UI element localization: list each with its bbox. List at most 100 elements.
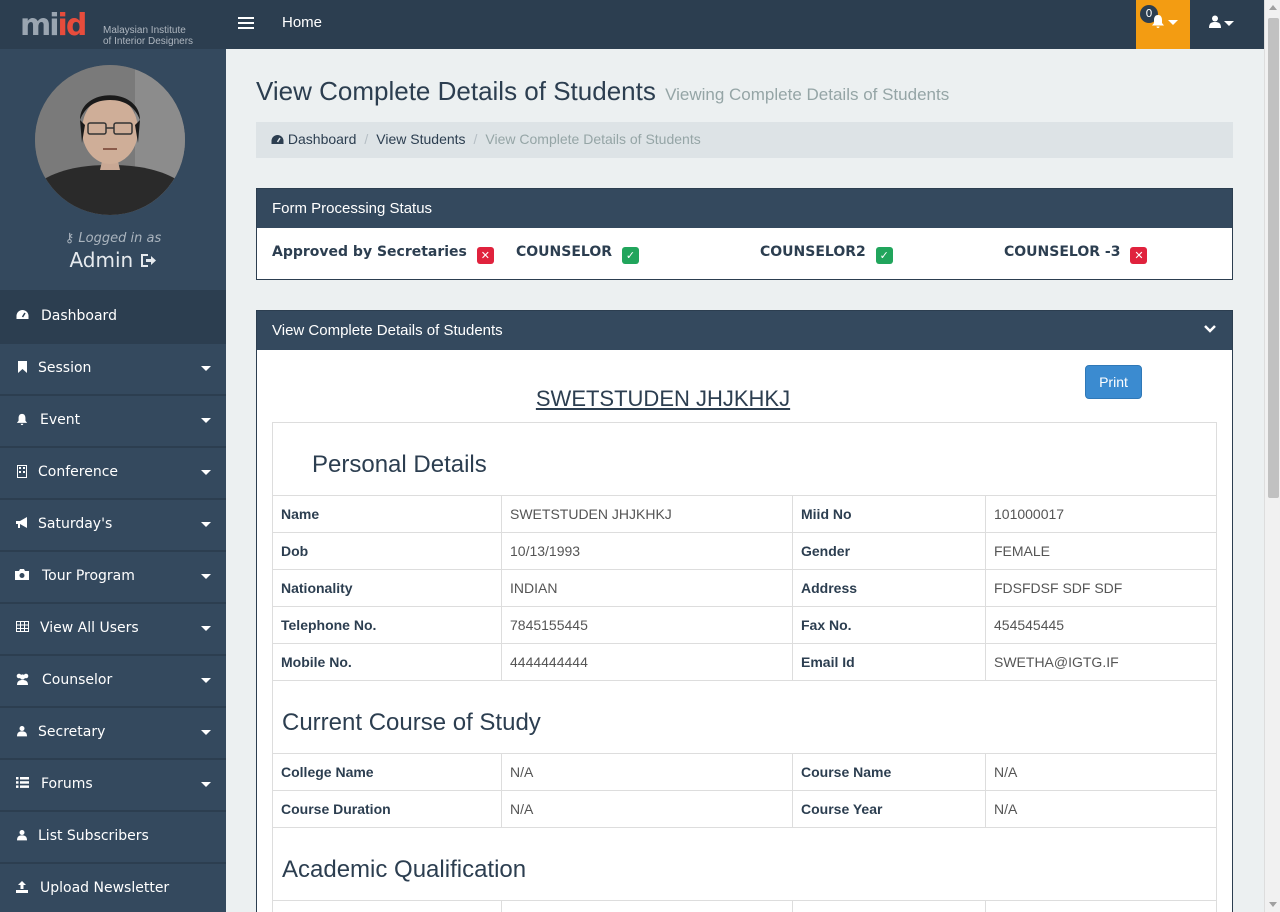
field-label: Email Id (793, 644, 986, 680)
field-value (986, 901, 1216, 912)
page-scrollbar[interactable] (1264, 0, 1280, 912)
sidebar-item-counselor[interactable]: Counselor (0, 656, 226, 708)
sidebar-item-dashboard[interactable]: Dashboard (0, 292, 226, 344)
status-row: Approved by Secretaries ✕ COUNSELOR ✓ COUN… (257, 228, 1232, 279)
sidebar-item-label: Conference (38, 464, 119, 480)
field-label: Miid No (793, 496, 986, 532)
key-icon: ⚷ (64, 231, 79, 246)
scroll-up-icon[interactable] (1269, 5, 1277, 10)
table-row: Telephone No. 7845155445 Fax No. 4545454… (273, 607, 1216, 644)
field-value: 4444444444 (502, 644, 793, 680)
sidebar-item-secretary[interactable]: Secretary (0, 708, 226, 760)
breadcrumb-view-students[interactable]: View Students (376, 131, 465, 147)
field-label: Gender (793, 533, 986, 569)
section-heading-text: Personal Details (312, 451, 487, 478)
user-icon (14, 725, 30, 741)
breadcrumb-dashboard[interactable]: Dashboard (271, 131, 356, 147)
chevron-down-icon (1168, 20, 1178, 25)
sidebar-item-forums[interactable]: Forums (0, 760, 226, 812)
chevron-down-icon (201, 366, 211, 371)
sidebar-item-saturdays[interactable]: Saturday's (0, 500, 226, 552)
collapse-chevron-icon[interactable] (1204, 320, 1216, 336)
field-value (502, 901, 793, 912)
bell-icon (1151, 14, 1165, 33)
building-icon (14, 465, 30, 482)
sidebar: ⚷ Logged in as Admin Dashboard Session E… (0, 49, 226, 912)
sidebar-item-event[interactable]: Event (0, 396, 226, 448)
scroll-down-icon[interactable] (1269, 902, 1277, 907)
status-counselor2: COUNSELOR2 ✓ (760, 244, 893, 264)
table-row: Name SWETSTUDEN JHJKHKJ Miid No 10100001… (273, 496, 1216, 533)
field-label: Mobile No. (273, 644, 502, 680)
sign-out-icon[interactable] (140, 252, 157, 271)
sidebar-item-tour-program[interactable]: Tour Program (0, 552, 226, 604)
avatar (35, 65, 185, 215)
sidebar-item-session[interactable]: Session (0, 344, 226, 396)
miid-logo[interactable]: miid Malaysian Institute of Interior Des… (0, 0, 226, 49)
sidebar-item-view-all-users[interactable]: View All Users (0, 604, 226, 656)
status-label: COUNSELOR -3 (1004, 244, 1121, 260)
sidebar-item-label: View All Users (40, 620, 139, 636)
logged-in-label: ⚷ Logged in as (0, 231, 226, 246)
field-label: Dob (273, 533, 502, 569)
section-heading-text: Current Course of Study (282, 709, 541, 736)
section-heading-personal: Personal Details (273, 423, 1216, 496)
form-status-panel-title: Form Processing Status (257, 189, 1232, 228)
field-value: 7845155445 (502, 607, 793, 643)
user-icon (1209, 14, 1221, 32)
field-label: Address (793, 570, 986, 606)
chevron-down-icon (201, 678, 211, 683)
field-value: N/A (994, 801, 1018, 817)
sidebar-item-upload-newsletter[interactable]: Upload Newsletter (0, 864, 226, 912)
field-value: FDSFDSF SDF SDF (994, 580, 1123, 596)
rejected-icon: ✕ (476, 247, 494, 264)
hamburger-menu-icon[interactable] (238, 14, 254, 34)
student-details-panel-title: View Complete Details of Students (272, 322, 503, 339)
user-name: Admin (69, 248, 134, 272)
field-label (273, 901, 502, 912)
print-button[interactable]: Print (1085, 365, 1142, 399)
status-label: COUNSELOR2 (760, 244, 866, 260)
chevron-down-icon (1224, 21, 1234, 26)
field-label: Fax No. (793, 607, 986, 643)
field-value: INDIAN (502, 570, 793, 606)
home-link[interactable]: Home (282, 14, 322, 31)
sidebar-nav: Dashboard Session Event Conference Satur… (0, 290, 226, 912)
bell-icon (14, 413, 30, 430)
user-menu-button[interactable] (1204, 0, 1244, 49)
field-label: Course Duration (273, 791, 502, 827)
logo-mark-left: mi (20, 8, 60, 43)
table-row: Mobile No. 4444444444 Email Id SWETHA@IG… (273, 644, 1216, 681)
sidebar-item-label: Secretary (38, 724, 106, 740)
logo-line-1: Malaysian Institute (103, 25, 186, 36)
status-label: COUNSELOR (516, 244, 613, 260)
notifications-button[interactable]: 0 (1136, 0, 1190, 49)
sidebar-item-conference[interactable]: Conference (0, 448, 226, 500)
breadcrumb-current: View Complete Details of Students (485, 131, 701, 147)
sidebar-item-label: Counselor (42, 672, 113, 688)
section-heading-text: Academic Qualification (282, 856, 527, 883)
top-navbar: miid Malaysian Institute of Interior Des… (0, 0, 1264, 49)
page-title: View Complete Details of Students Viewin… (256, 76, 949, 107)
bookmark-icon (14, 361, 30, 377)
table-row: Dob 10/13/1993 Gender FEMALE (273, 533, 1216, 570)
field-value: N/A (994, 764, 1018, 780)
field-label (793, 901, 986, 912)
table-row: Nationality INDIAN Address FDSFDSF SDF S… (273, 570, 1216, 607)
field-value: N/A (502, 791, 793, 827)
sidebar-item-label: Saturday's (38, 516, 113, 532)
breadcrumb-separator: / (364, 131, 369, 147)
status-label: Approved by Secretaries (272, 244, 467, 260)
sidebar-item-label: Session (38, 360, 92, 376)
dashboard-icon (14, 309, 30, 324)
status-approved-by-secretaries: Approved by Secretaries ✕ (272, 244, 494, 264)
sidebar-item-list-subscribers[interactable]: List Subscribers (0, 812, 226, 864)
rejected-icon: ✕ (1130, 247, 1148, 264)
breadcrumb: Dashboard / View Students / View Complete De… (256, 122, 1233, 158)
student-name-heading: SWETSTUDEN JHJKHKJ (535, 386, 791, 411)
sidebar-item-label: List Subscribers (38, 828, 149, 844)
breadcrumb-separator: / (473, 131, 478, 147)
table-row (273, 901, 1216, 912)
scrollbar-thumb[interactable] (1268, 18, 1279, 498)
table-icon (14, 621, 30, 636)
